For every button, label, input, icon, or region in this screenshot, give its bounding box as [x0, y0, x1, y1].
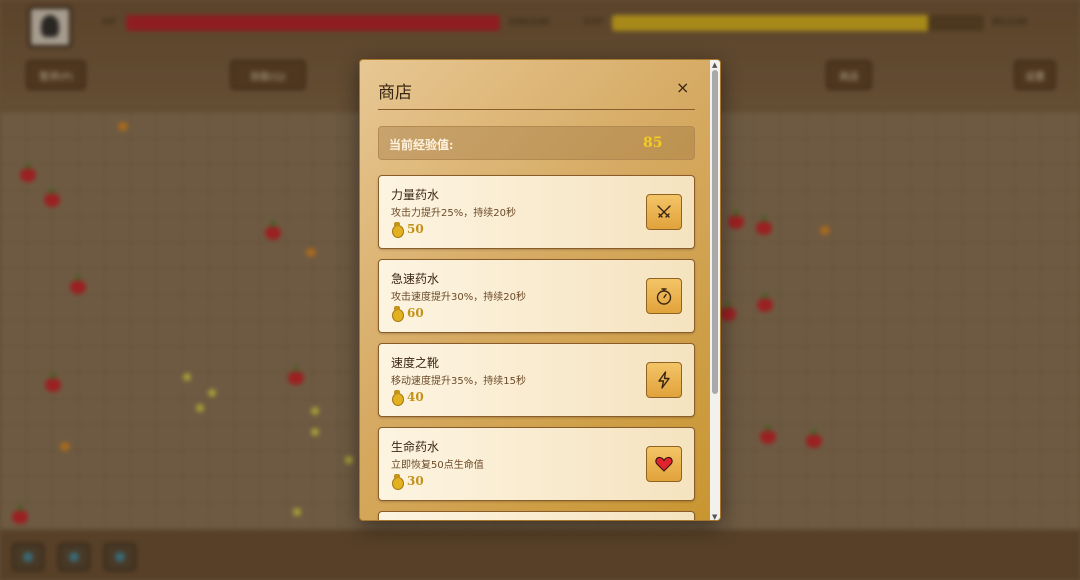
current-exp-value: 85: [643, 135, 663, 151]
item-name: 急速药水: [391, 272, 440, 286]
shop-title: 商店: [378, 83, 412, 103]
shop-content: 商店 × 当前经验值: 85 力量药水 攻击力提升25%，持续20秒 50 急速…: [360, 60, 712, 520]
buy-haste-potion-button[interactable]: [646, 278, 682, 314]
shop-modal: 商店 × 当前经验值: 85 力量药水 攻击力提升25%，持续20秒 50 急速…: [359, 59, 721, 521]
item-description: 立即恢复50点生命值: [391, 460, 484, 471]
shop-item-strength-potion: 力量药水 攻击力提升25%，持续20秒 50: [378, 175, 695, 249]
scroll-thumb[interactable]: [712, 70, 718, 394]
shop-item-partial: [378, 511, 695, 520]
lightning-icon: [658, 371, 670, 389]
item-price: 40: [391, 390, 424, 406]
title-divider: [378, 109, 695, 110]
item-price: 30: [391, 474, 424, 490]
scroll-up-icon[interactable]: ▲: [712, 61, 717, 69]
item-name: 生命药水: [391, 440, 440, 454]
item-price-value: 60: [407, 306, 424, 320]
shop-item-health-potion: 生命药水 立即恢复50点生命值 30: [378, 427, 695, 501]
item-description: 攻击力提升25%，持续20秒: [391, 208, 516, 219]
item-price-value: 30: [407, 474, 424, 488]
coin-bag-icon: [391, 474, 404, 490]
scroll-down-icon[interactable]: ▼: [712, 513, 717, 520]
item-price: 60: [391, 306, 424, 322]
coin-bag-icon: [391, 390, 404, 406]
item-name: 速度之靴: [391, 356, 440, 370]
close-button[interactable]: ×: [676, 78, 689, 98]
item-price-value: 50: [407, 222, 424, 236]
stopwatch-icon: [656, 288, 672, 305]
item-price-value: 40: [407, 390, 424, 404]
item-description: 攻击速度提升30%，持续20秒: [391, 292, 526, 303]
buy-strength-potion-button[interactable]: [646, 194, 682, 230]
shop-item-haste-potion: 急速药水 攻击速度提升30%，持续20秒 60: [378, 259, 695, 333]
coin-bag-icon: [391, 222, 404, 238]
current-exp-panel: 当前经验值: 85: [378, 126, 695, 160]
buy-speed-boots-button[interactable]: [646, 362, 682, 398]
item-name: 力量药水: [391, 188, 440, 202]
heart-icon: [655, 456, 673, 472]
item-price: 50: [391, 222, 424, 238]
coin-bag-icon: [391, 306, 404, 322]
current-exp-label: 当前经验值:: [389, 138, 454, 152]
modal-scrollbar[interactable]: ▲ ▼: [710, 60, 720, 520]
item-description: 移动速度提升35%，持续15秒: [391, 376, 526, 387]
buy-health-potion-button[interactable]: [646, 446, 682, 482]
shop-item-speed-boots: 速度之靴 移动速度提升35%，持续15秒 40: [378, 343, 695, 417]
crossed-swords-icon: [657, 205, 671, 218]
